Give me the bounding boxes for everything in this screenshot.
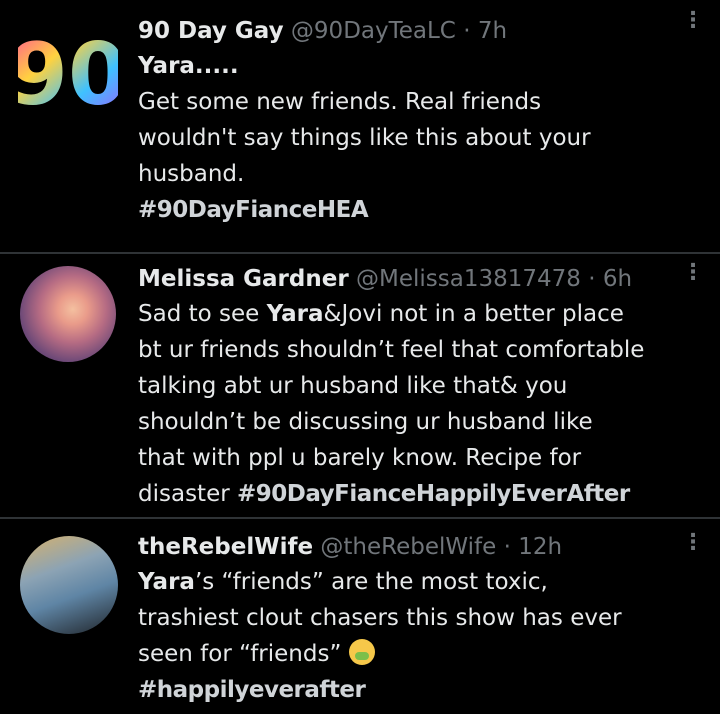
tweet-line: shouldn’t be discussing ur husband like	[138, 409, 593, 435]
tweet-line: wouldn't say things like this about your	[138, 125, 591, 151]
tweet-line: talking abt ur husband like that& you	[138, 373, 568, 399]
text-span-bold: Yara	[266, 301, 324, 327]
hashtag-link[interactable]: #happilyeverafter	[138, 672, 680, 708]
more-options-icon[interactable]: ⋮	[682, 262, 704, 284]
hashtag-link[interactable]: #90DayFianceHEA	[138, 192, 680, 228]
tweet-2-header: Melissa Gardner @Melissa13817478 · 6h	[138, 262, 680, 296]
nauseated-face-icon	[348, 639, 375, 665]
tweet-3-content: theRebelWife @theRebelWife · 12h Yara’s …	[138, 530, 680, 708]
separator-dot: ·	[503, 534, 511, 560]
author-name[interactable]: theRebelWife	[138, 534, 313, 560]
tweet-line: disaster #90DayFianceHappilyEverAfter	[138, 476, 680, 512]
avatar[interactable]	[20, 536, 118, 634]
tweet-line: Yara.....	[138, 53, 239, 79]
tweet-line: Get some new friends. Real friends	[138, 89, 542, 115]
tweet-3-header: theRebelWife @theRebelWife · 12h	[138, 530, 680, 564]
more-options-icon[interactable]: ⋮	[682, 532, 704, 554]
tweet-1-content: 90 Day Gay @90DayTeaLC · 7h Yara..... Ge…	[138, 14, 680, 228]
tweet-line: Yara’s “friends” are the most toxic,	[138, 564, 680, 600]
text-span: &Jovi not in a better place	[323, 301, 624, 327]
author-handle[interactable]: @90DayTeaLC	[291, 18, 456, 44]
avatar-90-logo[interactable]: 90	[18, 22, 118, 122]
tweet-line: husband.	[138, 161, 245, 187]
tweet-line: that with ppl u barely know. Recipe for	[138, 445, 582, 471]
text-span: Sad to see	[138, 301, 267, 327]
tweet-2-content: Melissa Gardner @Melissa13817478 · 6h Sa…	[138, 262, 680, 512]
more-options-icon[interactable]: ⋮	[682, 10, 704, 32]
text-span: ’s “friends” are the most toxic,	[194, 569, 548, 595]
tweet-3-text: Yara’s “friends” are the most toxic, tra…	[138, 564, 680, 708]
author-name[interactable]: 90 Day Gay	[138, 18, 284, 44]
timestamp[interactable]: 12h	[518, 534, 562, 560]
separator-dot: ·	[463, 18, 471, 44]
separator-dot: ·	[588, 266, 596, 292]
tweet-2-text: Sad to see Yara&Jovi not in a better pla…	[138, 296, 680, 512]
tweet-line: Sad to see Yara&Jovi not in a better pla…	[138, 296, 680, 332]
author-name[interactable]: Melissa Gardner	[138, 266, 349, 292]
timestamp[interactable]: 6h	[603, 266, 632, 292]
author-handle[interactable]: @Melissa13817478	[356, 266, 581, 292]
tweet-line: seen for “friends”	[138, 636, 680, 672]
text-span-bold: Yara	[138, 569, 195, 595]
timestamp[interactable]: 7h	[478, 18, 507, 44]
tweet-1-header: 90 Day Gay @90DayTeaLC · 7h	[138, 14, 680, 48]
author-handle[interactable]: @theRebelWife	[320, 534, 496, 560]
tweet-1-text: Yara..... Get some new friends. Real fri…	[138, 48, 680, 228]
text-span: disaster	[138, 481, 237, 507]
hashtag-link[interactable]: #90DayFianceHappilyEverAfter	[237, 481, 630, 507]
text-span: seen for “friends”	[138, 641, 349, 667]
tweet-line: bt ur friends shouldn’t feel that comfor…	[138, 337, 645, 363]
avatar[interactable]	[20, 266, 116, 362]
avatar-90-text: 90	[18, 25, 118, 122]
tweet-line: trashiest clout chasers this show has ev…	[138, 605, 622, 631]
